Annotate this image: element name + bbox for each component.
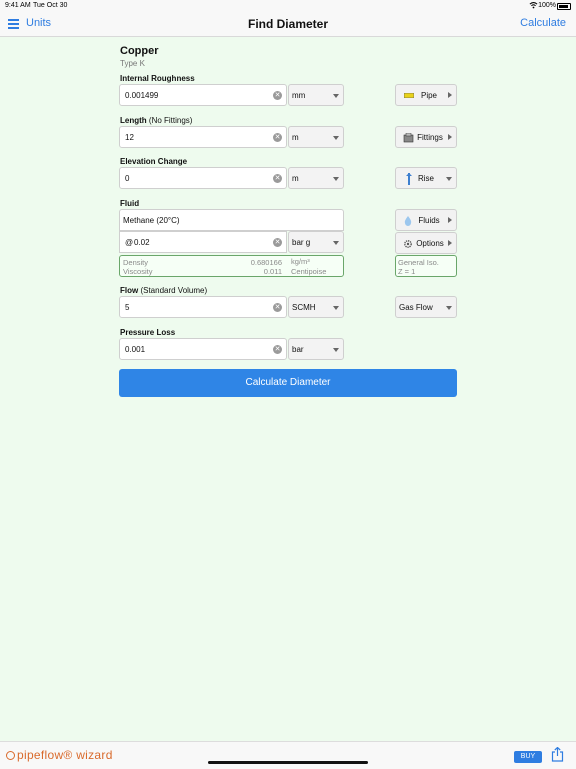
logo-text: pipeflow® wizard — [17, 748, 113, 762]
elevation-input[interactable]: 0 ✕ — [119, 167, 287, 189]
length-value: 12 — [125, 133, 134, 142]
pressure-loss-value: 0.001 — [125, 345, 146, 354]
fluid-pressure-value: 0.02 — [134, 238, 150, 247]
navigation-bar: Units Find Diameter Calculate — [0, 12, 576, 37]
length-unit-select[interactable]: m — [288, 126, 344, 148]
chevron-down-icon — [333, 94, 339, 98]
battery-icon — [557, 3, 571, 10]
flow-input[interactable]: 5 ✕ — [119, 296, 287, 318]
roughness-unit: mm — [292, 91, 306, 100]
gas-model-info: General Iso. Z = 1 — [395, 255, 457, 277]
chevron-down-icon — [333, 241, 339, 245]
chevron-down-icon — [333, 177, 339, 181]
elevation-unit-select[interactable]: m — [288, 167, 344, 189]
flow-label: Flow (Standard Volume) — [120, 286, 207, 295]
share-icon[interactable] — [551, 747, 564, 762]
pressure-loss-input[interactable]: 0.001 ✕ — [119, 338, 287, 360]
logo-ring-icon — [6, 751, 15, 760]
options-button[interactable]: Options — [395, 232, 457, 254]
clear-icon[interactable]: ✕ — [273, 91, 282, 100]
calculate-diameter-button[interactable]: Calculate Diameter — [119, 369, 457, 397]
fluid-pressure-unit-select[interactable]: bar g — [288, 231, 344, 253]
battery-percent: 100% — [538, 2, 556, 9]
clear-icon[interactable]: ✕ — [273, 303, 282, 312]
chevron-right-icon — [448, 134, 452, 140]
fluids-button[interactable]: Fluids — [395, 209, 457, 231]
gas-model-line2: Z = 1 — [398, 267, 416, 276]
clear-icon[interactable]: ✕ — [273, 238, 282, 247]
roughness-input[interactable]: 0.001499 ✕ — [119, 84, 287, 106]
rise-button[interactable]: Rise — [395, 167, 457, 189]
pressure-loss-unit: bar — [292, 345, 304, 354]
pipe-button-label: Pipe — [420, 91, 437, 100]
elevation-unit: m — [292, 174, 299, 183]
fluid-name: Methane (20°C) — [123, 216, 180, 225]
gas-model-line1: General Iso. — [398, 258, 439, 267]
fluid-label: Fluid — [120, 199, 140, 208]
flow-unit-select[interactable]: SCMH — [288, 296, 344, 318]
flow-value: 5 — [125, 303, 130, 312]
fluid-pressure-input[interactable]: @ 0.02 ✕ — [119, 231, 287, 253]
calculate-diameter-label: Calculate Diameter — [245, 377, 331, 388]
gas-flow-button[interactable]: Gas Flow — [395, 296, 457, 318]
density-value: 0.680166 — [250, 258, 282, 267]
fluid-name-field[interactable]: Methane (20°C) — [119, 209, 344, 231]
chevron-down-icon — [446, 177, 452, 181]
density-label: Density — [123, 258, 149, 267]
fluid-pressure-prefix: @ — [125, 238, 134, 247]
chevron-right-icon — [448, 240, 452, 246]
fittings-button[interactable]: Fittings — [395, 126, 457, 148]
pressure-loss-unit-select[interactable]: bar — [288, 338, 344, 360]
roughness-value: 0.001499 — [125, 91, 159, 100]
fluid-properties: Density 0.680166 kg/m³ Viscosity 0.011 C… — [119, 255, 344, 277]
clear-icon[interactable]: ✕ — [273, 133, 282, 142]
options-button-label: Options — [416, 239, 444, 248]
chevron-right-icon — [448, 217, 452, 223]
elevation-value: 0 — [125, 174, 130, 183]
viscosity-value: 0.011 — [263, 267, 282, 276]
length-input[interactable]: 12 ✕ — [119, 126, 287, 148]
footer-bar: pipeflow® wizard BUY — [0, 741, 576, 769]
fittings-button-label: Fittings — [417, 133, 443, 142]
status-time: 9:41 AM — [5, 2, 31, 9]
roughness-unit-select[interactable]: mm — [288, 84, 344, 106]
fluids-button-label: Fluids — [418, 216, 440, 225]
chevron-down-icon — [333, 306, 339, 310]
clear-icon[interactable]: ✕ — [273, 174, 282, 183]
flow-unit: SCMH — [292, 303, 316, 312]
chevron-right-icon — [448, 92, 452, 98]
viscosity-unit: Centipoise — [291, 267, 327, 276]
roughness-label: Internal Roughness — [120, 74, 195, 83]
status-bar: 9:41 AM Tue Oct 30 100% — [0, 0, 576, 12]
status-date: Tue Oct 30 — [33, 2, 68, 9]
wifi-icon — [529, 1, 538, 9]
flow-sublabel: (Standard Volume) — [140, 286, 208, 295]
home-indicator — [208, 761, 368, 764]
length-sublabel: (No Fittings) — [148, 116, 193, 125]
pipeflow-logo: pipeflow® wizard — [6, 748, 113, 762]
chevron-down-icon — [333, 348, 339, 352]
buy-button[interactable]: BUY — [514, 751, 542, 763]
calculate-nav-button[interactable]: Calculate — [520, 17, 566, 29]
length-label: Length (No Fittings) — [120, 116, 192, 125]
length-unit: m — [292, 133, 299, 142]
clear-icon[interactable]: ✕ — [273, 345, 282, 354]
page-title: Find Diameter — [247, 17, 328, 31]
chevron-down-icon — [333, 136, 339, 140]
chevron-down-icon — [446, 306, 452, 310]
viscosity-label: Viscosity — [123, 267, 153, 276]
elevation-label: Elevation Change — [120, 157, 188, 166]
pipe-material: Copper — [120, 45, 159, 57]
pipe-type: Type K — [120, 59, 145, 68]
pressure-loss-label: Pressure Loss — [120, 328, 176, 337]
flow-label-text: Flow — [120, 286, 139, 295]
fluid-pressure-unit: bar g — [292, 238, 311, 247]
density-unit: kg/m³ — [291, 257, 310, 266]
length-label-text: Length — [120, 116, 147, 125]
pipe-button[interactable]: Pipe — [395, 84, 457, 106]
